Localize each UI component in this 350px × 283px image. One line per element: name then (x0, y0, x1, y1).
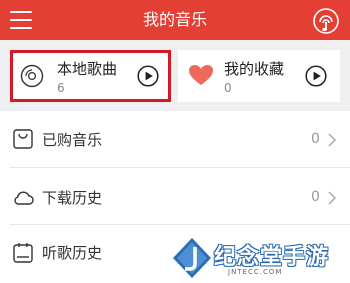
favorites-title: 我的收藏 (224, 60, 285, 78)
favorites-count: 0 (224, 81, 232, 95)
disc-icon (20, 64, 44, 88)
list-item-label: 已购音乐 (42, 131, 103, 149)
listen-recognize-icon[interactable] (311, 6, 341, 36)
local-songs-title: 本地歌曲 (57, 60, 118, 78)
heart-icon (189, 65, 213, 85)
list-item-count: 0 (311, 131, 320, 147)
local-songs-card[interactable]: 本地歌曲 6 (10, 50, 171, 102)
list-item-label: 下载历史 (42, 189, 103, 207)
list-item-download-history[interactable]: 下载历史 0 (0, 168, 350, 224)
watermark: 纪念堂手游 JNTECC.COM (172, 235, 337, 283)
watermark-domain: JNTECC.COM (228, 268, 283, 276)
watermark-brand: 纪念堂手游 (214, 245, 330, 270)
watermark-logo (173, 238, 211, 278)
page-title: 我的音乐 (142, 10, 207, 29)
chevron-right-icon (328, 191, 337, 205)
chevron-right-icon (328, 133, 337, 147)
favorites-card[interactable]: 我的收藏 0 (178, 50, 340, 102)
calendar-icon (13, 243, 33, 263)
local-songs-count: 6 (57, 81, 65, 95)
list-item-count: 0 (311, 189, 320, 205)
play-local-button[interactable] (137, 65, 159, 87)
bag-icon (13, 129, 33, 149)
play-favorites-button[interactable] (305, 65, 327, 87)
app-header: 我的音乐 (0, 0, 350, 40)
cloud-icon (14, 191, 34, 205)
list-item-purchased[interactable]: 已购音乐 0 (0, 111, 350, 167)
list-item-label: 听歌历史 (42, 244, 103, 262)
